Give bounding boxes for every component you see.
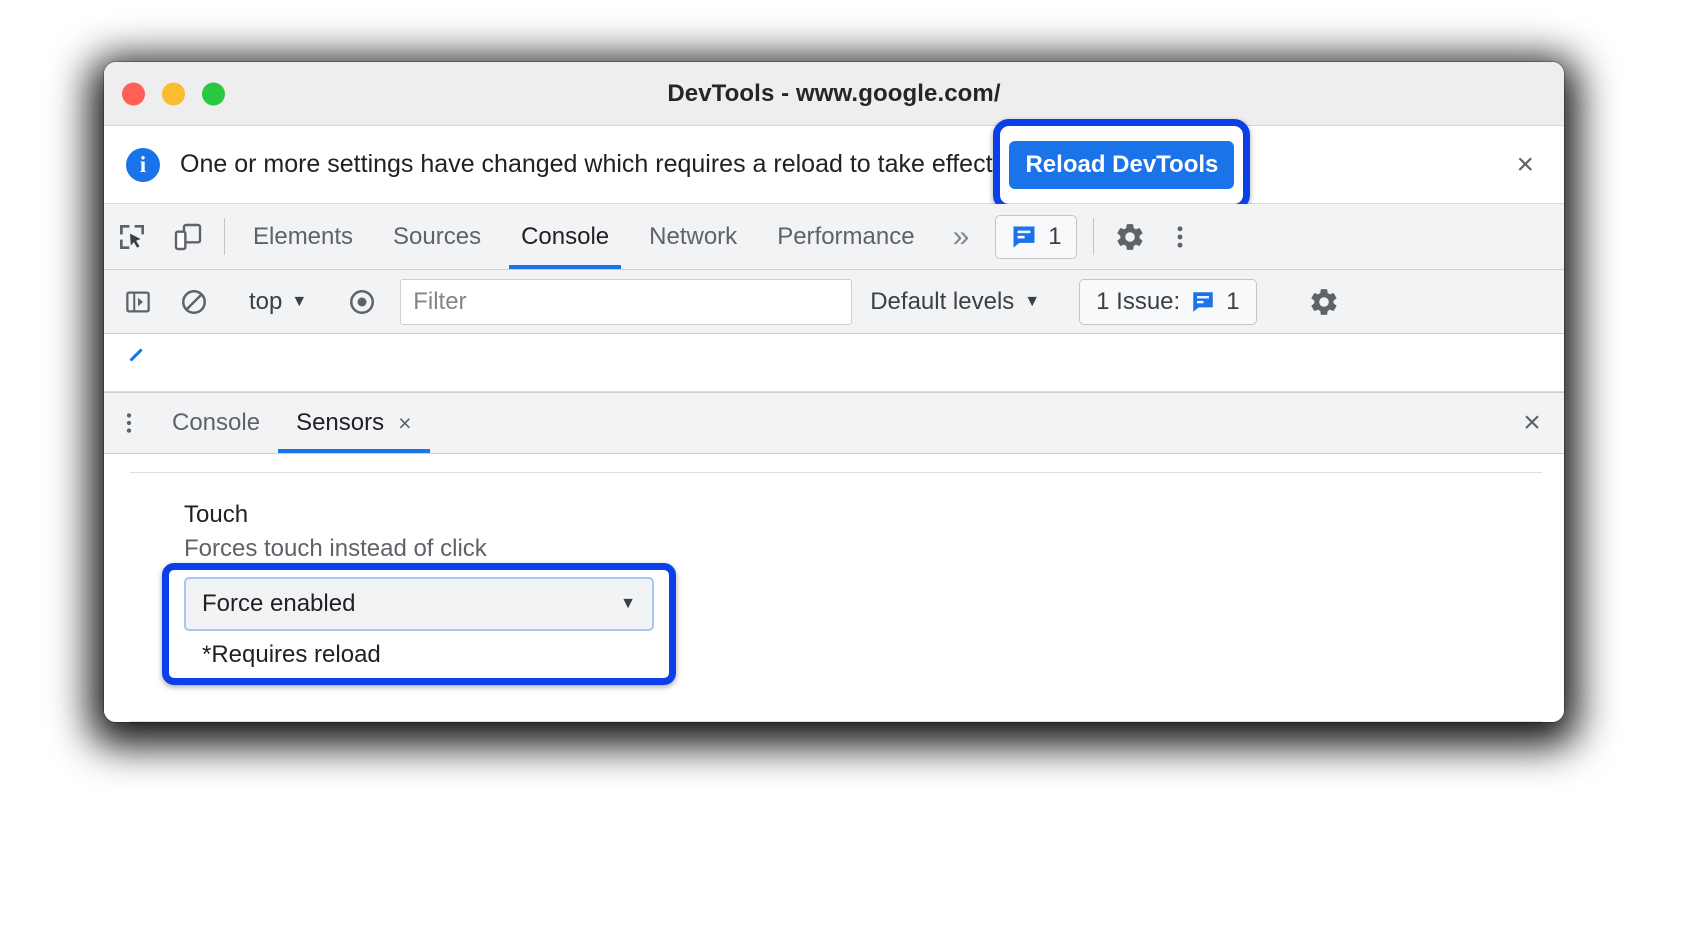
console-output-area[interactable] (104, 334, 1564, 392)
clear-console-icon (179, 287, 209, 317)
issues-counter-button[interactable]: 1 Issue: 1 (1079, 278, 1257, 325)
window-title: DevTools - www.google.com/ (667, 79, 1001, 107)
info-icon: i (126, 147, 160, 182)
main-menu-button[interactable] (1158, 204, 1202, 269)
issues-badge-button[interactable]: 1 (995, 214, 1077, 259)
more-vertical-icon (1166, 223, 1194, 251)
touch-requires-reload-note: *Requires reload (202, 641, 381, 668)
toolbar-divider-2 (1092, 218, 1094, 255)
tab-elements-label: Elements (253, 222, 354, 250)
titlebar: DevTools - www.google.com/ (104, 62, 1564, 126)
inspect-element-button[interactable] (104, 204, 160, 269)
minimize-window-button[interactable] (162, 82, 185, 105)
clear-console-button[interactable] (166, 287, 222, 317)
close-sensors-tab-icon[interactable]: × (398, 410, 411, 437)
reload-devtools-button[interactable]: Reload DevTools (1009, 140, 1235, 189)
sensors-bottom-divider (130, 721, 1542, 722)
tab-network[interactable]: Network (629, 204, 757, 269)
zoom-window-button[interactable] (202, 82, 225, 105)
touch-select-value: Force enabled (202, 590, 356, 617)
toggle-device-toolbar-button[interactable] (160, 204, 216, 269)
tab-performance-label: Performance (777, 222, 915, 250)
close-drawer-button[interactable]: × (1500, 393, 1564, 453)
toolbar-divider (224, 218, 225, 255)
log-levels-label: Default levels (870, 287, 1015, 315)
show-console-sidebar-icon (123, 287, 153, 317)
touch-section-title: Touch (184, 501, 249, 528)
touch-section-description: Forces touch instead of click (184, 535, 487, 562)
issues-count: 1 (1048, 222, 1062, 250)
more-tabs-button[interactable]: » (935, 204, 988, 269)
log-levels-selector[interactable]: Default levels ▼ (870, 288, 1040, 316)
tab-console[interactable]: Console (501, 204, 629, 269)
drawer-tab-console-label: Console (172, 409, 261, 436)
tab-network-label: Network (649, 222, 738, 250)
tab-sources-label: Sources (393, 222, 482, 250)
drawer-tab-sensors[interactable]: Sensors × (278, 393, 431, 453)
touch-section: Touch Forces touch instead of click Forc… (104, 473, 1564, 685)
issues-counter-count: 1 (1226, 287, 1240, 315)
chevron-down-icon: ▼ (291, 292, 308, 310)
infobar-message: One or more settings have changed which … (180, 150, 1000, 178)
close-window-button[interactable] (122, 82, 145, 105)
window-controls[interactable] (122, 82, 225, 105)
drawer-tab-sensors-label: Sensors (296, 409, 385, 436)
touch-select-wrapper: Force enabled ▼ *Requires reload (162, 563, 676, 685)
reload-devtools-wrapper: Reload DevTools (993, 118, 1251, 211)
console-filter-input[interactable] (400, 278, 853, 325)
inspect-element-icon (116, 221, 148, 253)
drawer-menu-button[interactable] (104, 393, 154, 453)
tab-console-label: Console (521, 222, 610, 250)
tab-elements[interactable]: Elements (233, 204, 373, 269)
live-expression-button[interactable] (334, 287, 390, 317)
console-filter-toolbar: top ▼ Default levels ▼ (104, 270, 1564, 334)
close-infobar-button[interactable]: × (1506, 146, 1544, 184)
gear-icon-console (1308, 286, 1340, 318)
device-toolbar-icon (172, 221, 204, 253)
chevron-down-icon-levels: ▼ (1024, 292, 1041, 310)
more-vertical-icon-drawer (116, 410, 142, 436)
console-prompt-arrow (126, 344, 148, 366)
console-sidebar-button[interactable] (110, 287, 166, 317)
execution-context-selector[interactable]: top ▼ (239, 288, 317, 316)
reload-infobar: i One or more settings have changed whic… (104, 118, 1564, 211)
touch-select[interactable]: Force enabled ▼ (184, 577, 654, 631)
issue-bubble-icon (1010, 223, 1038, 251)
sensors-panel: Touch Forces touch instead of click Forc… (104, 472, 1564, 722)
drawer-tab-console[interactable]: Console (154, 393, 278, 453)
drawer-tabbar: Console Sensors × × (104, 392, 1564, 454)
chevron-down-icon-touch: ▼ (620, 595, 636, 612)
settings-button[interactable] (1102, 204, 1158, 269)
eye-icon (347, 287, 377, 317)
tab-performance[interactable]: Performance (757, 204, 934, 269)
tab-sources[interactable]: Sources (373, 204, 501, 269)
devtools-window: DevTools - www.google.com/ i One or more… (104, 62, 1564, 722)
chevron-double-right-icon: » (952, 219, 970, 253)
issue-bubble-icon-2 (1190, 289, 1216, 315)
issues-counter-label: 1 Issue: (1096, 287, 1181, 315)
gear-icon (1114, 221, 1146, 253)
screenshot-root: DevTools - www.google.com/ i One or more… (0, 0, 1698, 936)
main-tabbar: Elements Sources Console Network Perform… (104, 204, 1564, 270)
execution-context-label: top (249, 287, 283, 315)
console-settings-button[interactable] (1296, 286, 1352, 318)
